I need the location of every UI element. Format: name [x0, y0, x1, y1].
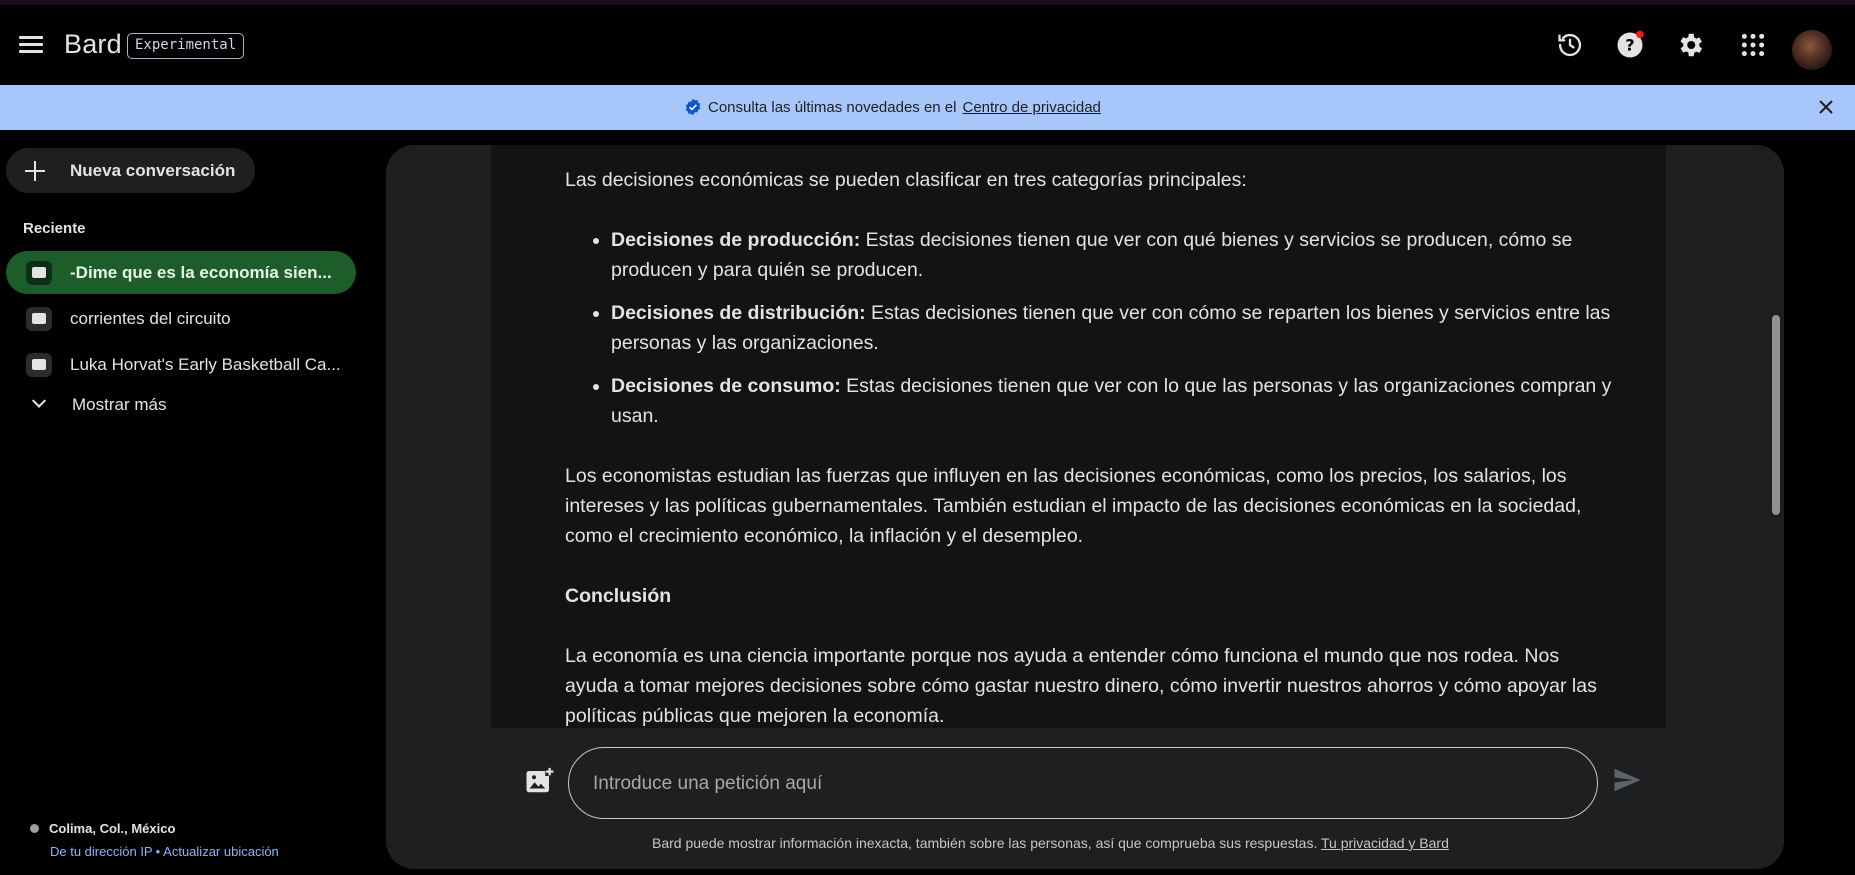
- response-intro: Las decisiones económicas se pueden clas…: [565, 169, 1247, 191]
- chat-item-active[interactable]: -Dime que es la economía sien...: [6, 251, 356, 294]
- plus-icon: [24, 160, 46, 182]
- chat-item-label: corrientes del circuito: [70, 308, 231, 328]
- list-item: Decisiones de distribución: Estas decisi…: [611, 298, 1615, 358]
- close-icon[interactable]: [1816, 97, 1836, 117]
- list-item-title: Decisiones de consumo:: [611, 375, 841, 397]
- privacy-center-link[interactable]: Centro de privacidad: [962, 99, 1100, 116]
- privacy-bard-link[interactable]: Tu privacidad y Bard: [1321, 835, 1449, 851]
- recent-heading: Reciente: [23, 220, 86, 237]
- chat-icon: [26, 352, 52, 377]
- notification-dot: [1636, 30, 1644, 39]
- svg-text:?: ?: [1625, 36, 1634, 55]
- show-more-button[interactable]: Mostrar más: [6, 385, 256, 425]
- experimental-badge: Experimental: [127, 33, 245, 59]
- decisions-list: Decisiones de producción: Estas decision…: [611, 225, 1615, 431]
- app-logo[interactable]: Bard: [64, 29, 122, 60]
- prompt-row: [386, 745, 1784, 820]
- location-place: Colima, Col., México: [49, 821, 176, 837]
- list-item: Decisiones de consumo: Estas decisiones …: [611, 371, 1615, 431]
- list-item: Decisiones de producción: Estas decision…: [611, 225, 1615, 285]
- verified-icon: [685, 98, 701, 116]
- prompt-input[interactable]: [593, 770, 1553, 798]
- location-info: Colima, Col., México De tu dirección IP •…: [30, 820, 279, 859]
- chat-item[interactable]: corrientes del circuito: [6, 297, 356, 340]
- conclusion-heading: Conclusión: [565, 585, 672, 607]
- app-header: Bard Experimental ?: [0, 5, 1855, 85]
- sidebar: Nueva conversación Reciente -Dime que es…: [0, 130, 370, 875]
- help-icon[interactable]: ?: [1610, 25, 1650, 65]
- settings-icon[interactable]: [1670, 25, 1710, 65]
- ip-address-link[interactable]: De tu dirección IP: [50, 844, 153, 859]
- image-upload-icon[interactable]: [524, 766, 554, 796]
- history-icon[interactable]: [1550, 25, 1590, 65]
- update-location-link[interactable]: Actualizar ubicación: [163, 844, 279, 859]
- apps-icon[interactable]: [1733, 25, 1773, 65]
- show-more-label: Mostrar más: [72, 395, 167, 414]
- banner-text: Consulta las últimas novedades en el: [708, 98, 957, 116]
- chat-item[interactable]: Luka Horvat's Early Basketball Ca...: [6, 343, 356, 386]
- chat-item-label: Luka Horvat's Early Basketball Ca...: [70, 354, 341, 374]
- new-chat-button[interactable]: Nueva conversación: [6, 148, 255, 193]
- new-chat-label: Nueva conversación: [70, 160, 236, 180]
- disclaimer-text: Bard puede mostrar información inexacta,…: [652, 835, 1318, 851]
- prompt-box: [568, 747, 1598, 819]
- privacy-banner: Consulta las últimas novedades en el Cen…: [0, 85, 1855, 130]
- list-item-title: Decisiones de distribución:: [611, 302, 866, 324]
- response-content: Las decisiones económicas se pueden clas…: [565, 165, 1615, 728]
- menu-icon[interactable]: [14, 31, 48, 59]
- chat-icon: [26, 306, 52, 331]
- separator: •: [155, 844, 161, 860]
- location-dot-icon: [30, 824, 39, 834]
- response-paragraph: La economía es una ciencia importante po…: [565, 645, 1597, 727]
- main-panel: Las decisiones económicas se pueden clas…: [386, 145, 1784, 869]
- avatar[interactable]: [1792, 30, 1832, 70]
- scrollbar[interactable]: [1772, 315, 1780, 515]
- chat-item-label: -Dime que es la economía sien...: [70, 262, 332, 282]
- chevron-down-icon: [31, 393, 47, 408]
- send-icon[interactable]: [1612, 765, 1646, 799]
- response-area: Las decisiones económicas se pueden clas…: [491, 145, 1666, 728]
- list-item-title: Decisiones de producción:: [611, 229, 861, 251]
- response-paragraph: Los economistas estudian las fuerzas que…: [565, 465, 1582, 547]
- chat-icon: [26, 260, 52, 285]
